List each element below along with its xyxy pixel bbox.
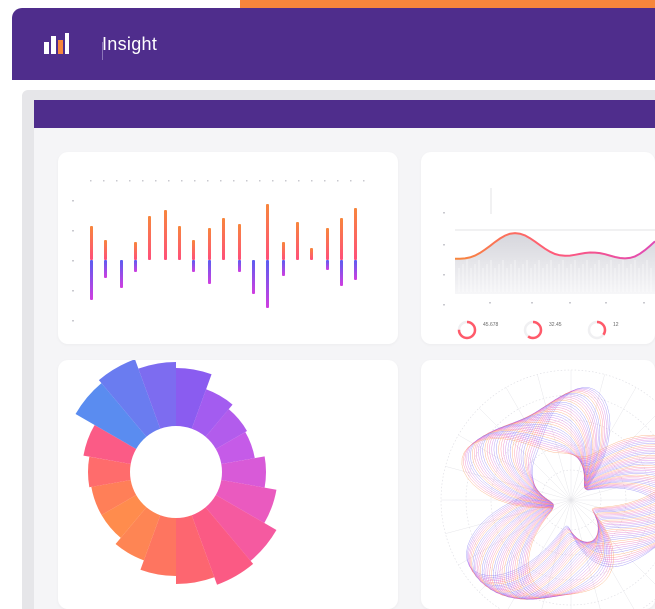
bar-down <box>120 260 123 288</box>
polar-spoke <box>458 434 572 501</box>
radial-bar-chart <box>75 360 277 585</box>
top-tick <box>350 180 352 182</box>
axis-tick <box>443 304 445 306</box>
bar-up <box>148 216 151 260</box>
axis-tick <box>72 320 74 322</box>
polar-series-line <box>464 435 655 597</box>
chart-logo-icon[interactable] <box>42 30 70 58</box>
bar-up <box>282 242 285 260</box>
bar-up <box>354 208 357 260</box>
axis-tick <box>569 302 571 304</box>
bar-up <box>104 240 107 260</box>
axis-tick <box>489 302 491 304</box>
axis-tick <box>443 244 445 246</box>
top-tick <box>181 180 183 182</box>
bar-up <box>296 222 299 260</box>
bar-up <box>134 242 137 260</box>
axis-tick <box>443 274 445 276</box>
stat-2-value: 32.45 <box>549 322 562 328</box>
bar-up <box>164 210 167 260</box>
top-tick <box>142 180 144 182</box>
bar-down <box>134 260 137 272</box>
bar-up <box>178 226 181 260</box>
axis-tick <box>72 200 74 202</box>
bar-down <box>340 260 343 286</box>
bar-up <box>238 224 241 260</box>
top-tick <box>311 180 313 182</box>
bar-down <box>208 260 211 284</box>
bar-up <box>90 226 93 260</box>
diverging-bar-chart-card[interactable] <box>58 152 398 344</box>
bar-down <box>326 260 329 270</box>
bar-up <box>266 204 269 260</box>
bar-down <box>266 260 269 308</box>
bar-up <box>192 240 195 260</box>
bar-down <box>90 260 93 300</box>
top-tick <box>285 180 287 182</box>
area-chart-card[interactable]: 45.678 32.45 12 <box>421 152 655 344</box>
bar-down <box>252 260 255 294</box>
axis-tick <box>72 230 74 232</box>
top-tick <box>233 180 235 182</box>
top-tick <box>194 180 196 182</box>
axis-tick <box>643 302 645 304</box>
stat-1-value: 45.678 <box>483 322 499 328</box>
area-chart <box>443 188 655 340</box>
bar-down <box>282 260 285 276</box>
polar-series-line <box>474 394 655 588</box>
top-tick <box>220 180 222 182</box>
top-tick <box>324 180 326 182</box>
axis-tick <box>72 290 74 292</box>
top-tick <box>298 180 300 182</box>
radial-bar-chart-card[interactable] <box>58 360 398 609</box>
bar-down <box>104 260 107 278</box>
axis-tick <box>605 302 607 304</box>
top-tick <box>259 180 261 182</box>
stat-3-value: 12 <box>613 322 619 328</box>
bar-down <box>354 260 357 280</box>
top-tick <box>103 180 105 182</box>
top-tick <box>168 180 170 182</box>
dashboard-header-bar <box>34 100 655 128</box>
app-title: Insight <box>102 34 158 54</box>
radial-hole <box>131 427 221 517</box>
bar-up <box>340 218 343 260</box>
top-tick <box>116 180 118 182</box>
bar-up <box>222 218 225 260</box>
top-tick <box>272 180 274 182</box>
axis-tick <box>531 302 533 304</box>
polar-line-chart <box>440 369 655 609</box>
top-tick <box>337 180 339 182</box>
top-tick <box>155 180 157 182</box>
bar-up <box>208 228 211 260</box>
top-tick <box>207 180 209 182</box>
bar-up <box>310 248 313 260</box>
bar-up <box>326 228 329 260</box>
accent-strip <box>240 0 655 8</box>
axis-tick <box>72 260 74 262</box>
axis-tick <box>443 212 445 214</box>
top-tick <box>363 180 365 182</box>
polar-line-chart-card[interactable] <box>421 360 655 609</box>
top-tick <box>246 180 248 182</box>
diverging-bar-chart <box>72 180 365 322</box>
bar-down <box>238 260 241 272</box>
top-tick <box>90 180 92 182</box>
bar-down <box>192 260 195 272</box>
top-tick <box>129 180 131 182</box>
